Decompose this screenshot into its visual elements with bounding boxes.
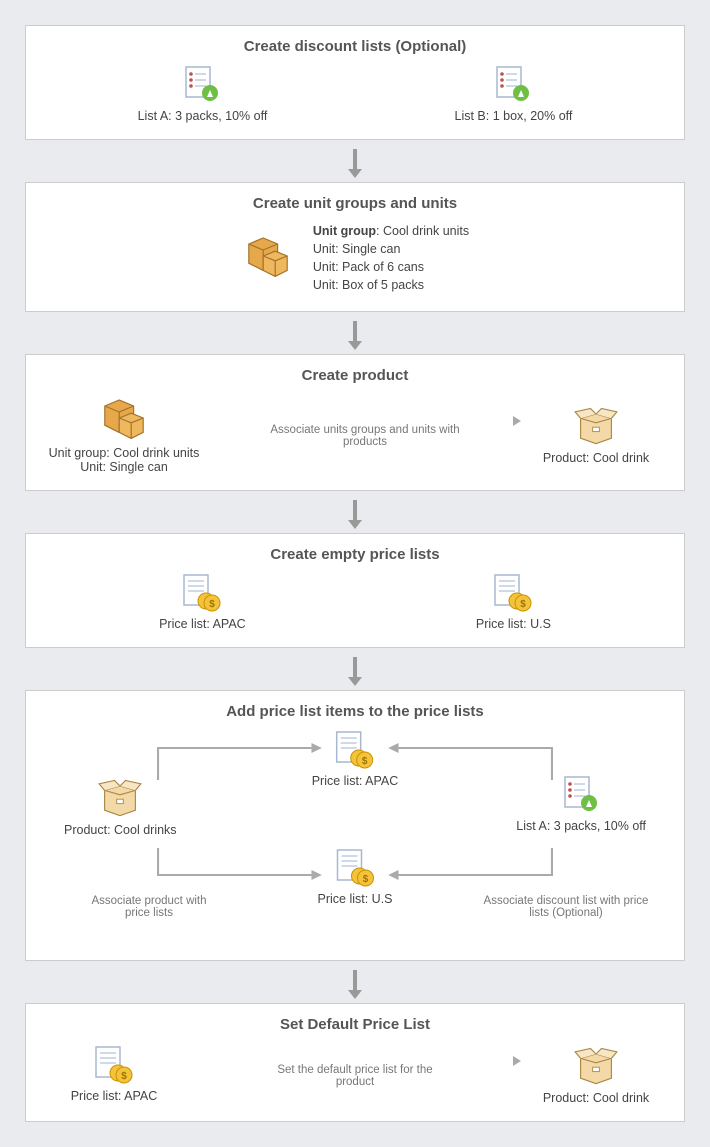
step-title: Create discount lists (Optional) [44,38,666,55]
discount-list-item: List A: 3 packs, 10% off [516,775,646,833]
price-list-apac: Price list: APAC [312,730,399,788]
connector-arrow [25,965,685,999]
price-list-icon [491,573,535,613]
unit-group-text: Unit group: Cool drink units Unit: Singl… [313,222,469,295]
open-box-icon [571,403,621,447]
product-item: Product: Cool drinks [64,775,177,837]
connector-arrow [25,495,685,529]
label: List A: 3 packs, 10% off [138,109,268,123]
price-list-icon [333,848,377,888]
step-default-price-list: Set Default Price List Price list: APAC … [25,1003,685,1122]
left-note: Associate product with price lists [79,895,219,919]
unit-group-item: Unit group: Cool drink units Unit: Singl… [44,394,204,474]
product-item: Product: Cool drink [526,1043,666,1105]
connector-arrow [25,652,685,686]
price-list-apac: Price list: APAC [159,573,246,631]
associate-arrow: Associate units groups and units with pr… [204,420,526,448]
step-unit-groups: Create unit groups and units Unit group:… [25,182,685,312]
default-arrow: Set the default price list for the produ… [184,1060,526,1088]
connector-arrow [25,316,685,350]
list-check-icon [180,65,224,105]
price-list-us: Price list: U.S [317,848,392,906]
list-check-icon [559,775,603,815]
price-list-icon [92,1045,136,1085]
step-title: Add price list items to the price lists [44,703,666,720]
boxes-icon [241,232,295,280]
step-discount-lists: Create discount lists (Optional) List A:… [25,25,685,140]
product-item: Product: Cool drink [526,403,666,465]
connector-arrow [25,144,685,178]
discount-list-a: List A: 3 packs, 10% off [138,65,268,123]
price-list-icon [180,573,224,613]
step-empty-price-lists: Create empty price lists Price list: APA… [25,533,685,648]
open-box-icon [95,775,145,819]
price-list-apac: Price list: APAC [44,1045,184,1103]
step-add-price-list-items: Add price list items to the price lists … [25,690,685,961]
discount-list-b: List B: 1 box, 20% off [455,65,573,123]
price-list-icon [333,730,377,770]
price-list-us: Price list: U.S [476,573,551,631]
list-check-icon [491,65,535,105]
step-create-product: Create product Unit group: Cool drink un… [25,354,685,491]
label: List B: 1 box, 20% off [455,109,573,123]
step-title: Create unit groups and units [44,195,666,212]
open-box-icon [571,1043,621,1087]
step-title: Set Default Price List [44,1016,666,1033]
right-note: Associate discount list with price lists… [481,895,651,919]
step-title: Create empty price lists [44,546,666,563]
boxes-icon [97,394,151,442]
step-title: Create product [44,367,666,384]
